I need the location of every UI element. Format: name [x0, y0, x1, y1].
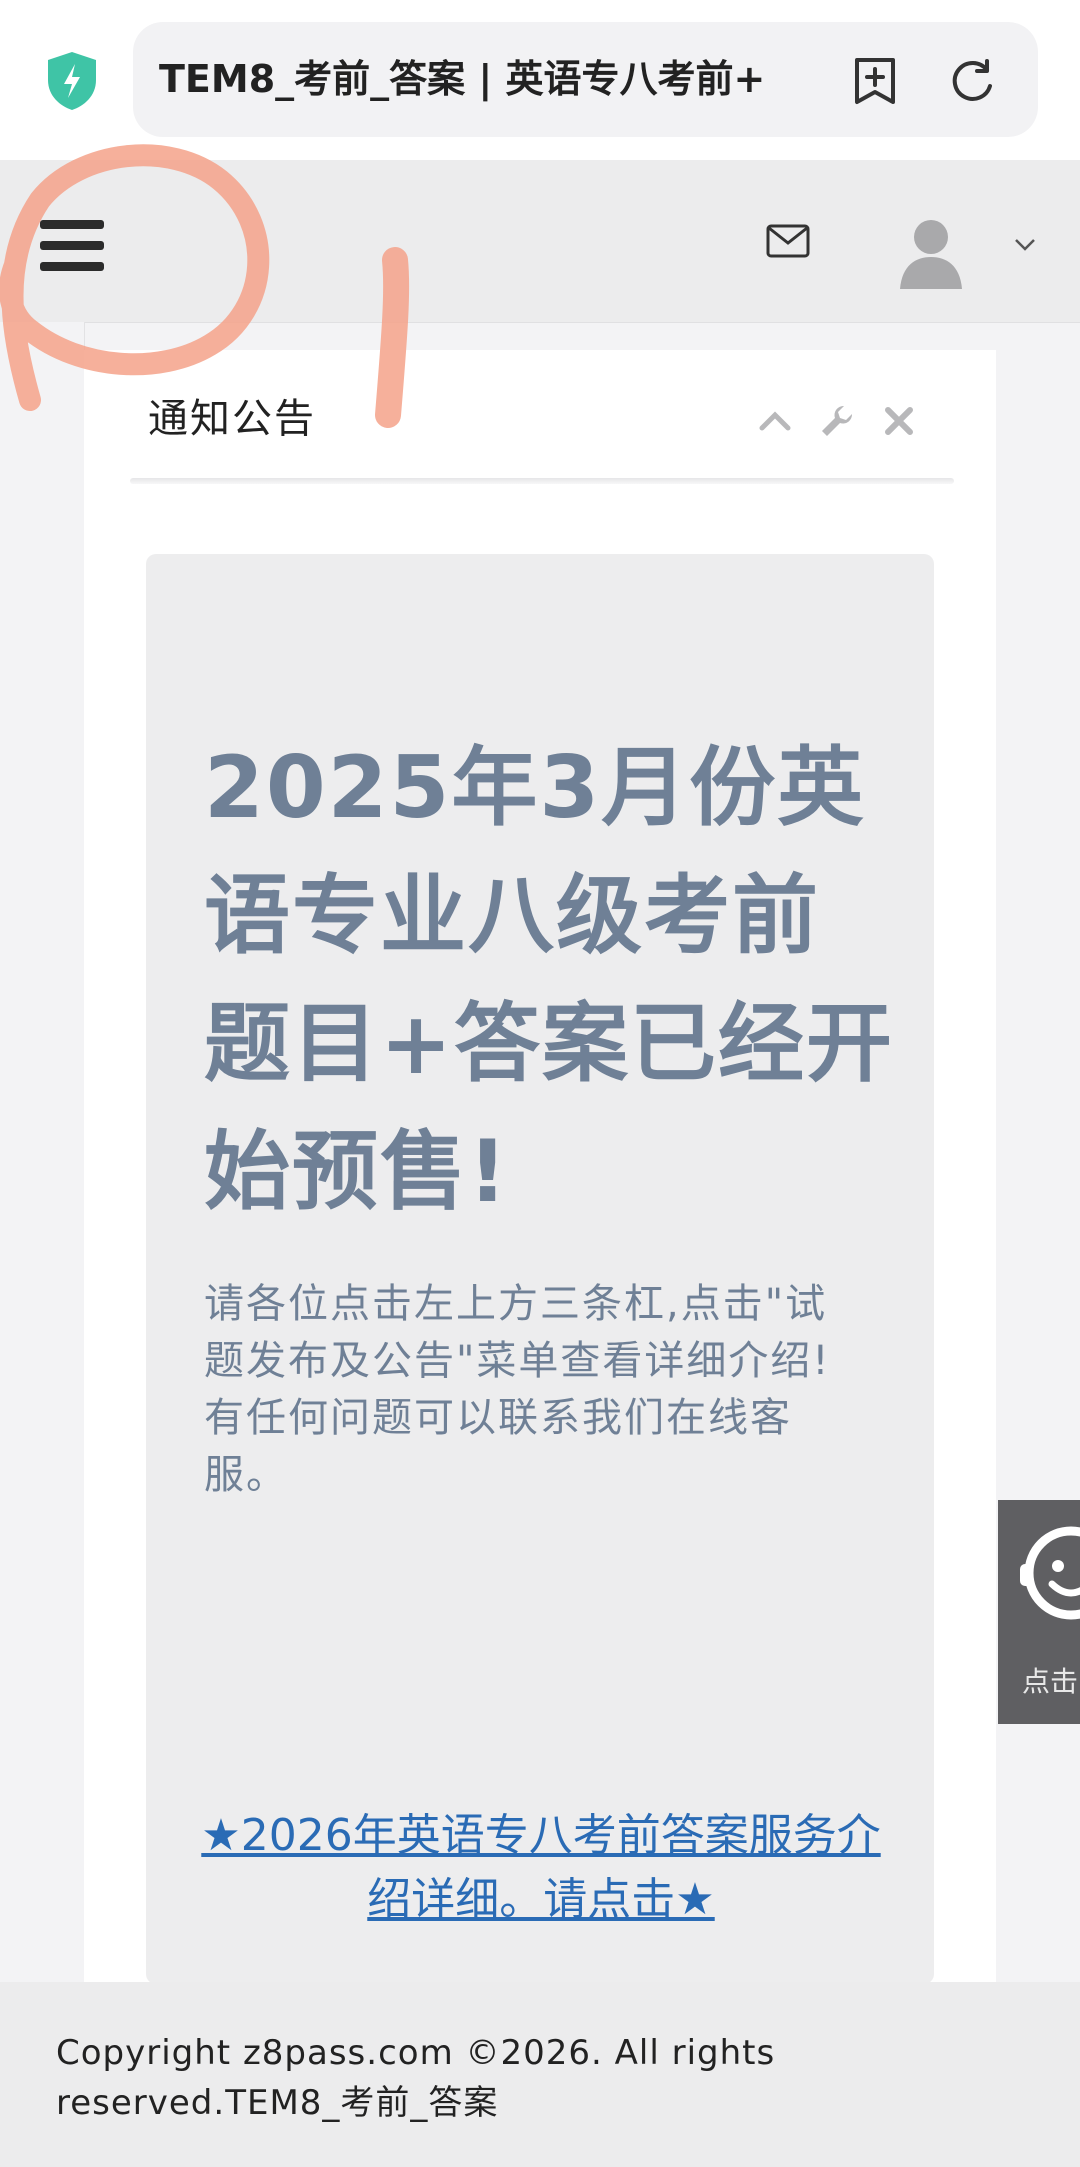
- chat-face-icon: [1020, 1526, 1080, 1620]
- notice-box: 2025年3月份英语专业八级考前题目+答案已经开始预售! 请各位点击左上方三条杠…: [146, 554, 934, 1984]
- refresh-icon[interactable]: [947, 56, 997, 106]
- notice-panel: 通知公告 2025年3月份英语专业八级考前题目+答案已经开始预售! 请各位点击左…: [84, 350, 996, 1984]
- shield-icon[interactable]: [44, 50, 100, 112]
- hamburger-menu-icon[interactable]: [40, 220, 104, 272]
- browser-toolbar: TEM8_考前_答案 | 英语专八考前+: [0, 0, 1080, 160]
- panel-tools: [756, 402, 926, 442]
- address-bar[interactable]: TEM8_考前_答案 | 英语专八考前+: [133, 22, 1038, 137]
- chevron-up-icon[interactable]: [756, 402, 794, 440]
- avatar-icon[interactable]: [898, 215, 964, 289]
- url-fade: [773, 32, 833, 127]
- page-title-url[interactable]: TEM8_考前_答案 | 英语专八考前+: [159, 22, 824, 137]
- bookmark-add-icon[interactable]: [851, 56, 899, 106]
- close-icon[interactable]: [880, 402, 918, 440]
- panel-divider: [130, 478, 954, 484]
- mail-icon[interactable]: [766, 224, 810, 258]
- wrench-icon[interactable]: [818, 402, 856, 440]
- chat-widget-label: 点击: [1022, 1665, 1079, 1698]
- service-intro-link[interactable]: ★2026年英语专八考前答案服务介绍详细。请点击★: [186, 1804, 896, 1932]
- chevron-down-icon[interactable]: [1014, 238, 1036, 252]
- panel-title: 通知公告: [148, 396, 316, 442]
- site-header: [0, 160, 1080, 323]
- online-service-widget[interactable]: 点击: [998, 1500, 1080, 1724]
- left-rail: [0, 322, 85, 1982]
- footer: Copyright z8pass.com ©2026. All rights r…: [0, 1982, 1080, 2167]
- notice-headline: 2025年3月份英语专业八级考前题目+答案已经开始预售!: [204, 738, 895, 1222]
- footer-copyright: Copyright z8pass.com ©2026. All rights r…: [56, 2033, 776, 2123]
- notice-body: 请各位点击左上方三条杠,点击"试题发布及公告"菜单查看详细介绍!有任何问题可以联…: [204, 1281, 831, 1498]
